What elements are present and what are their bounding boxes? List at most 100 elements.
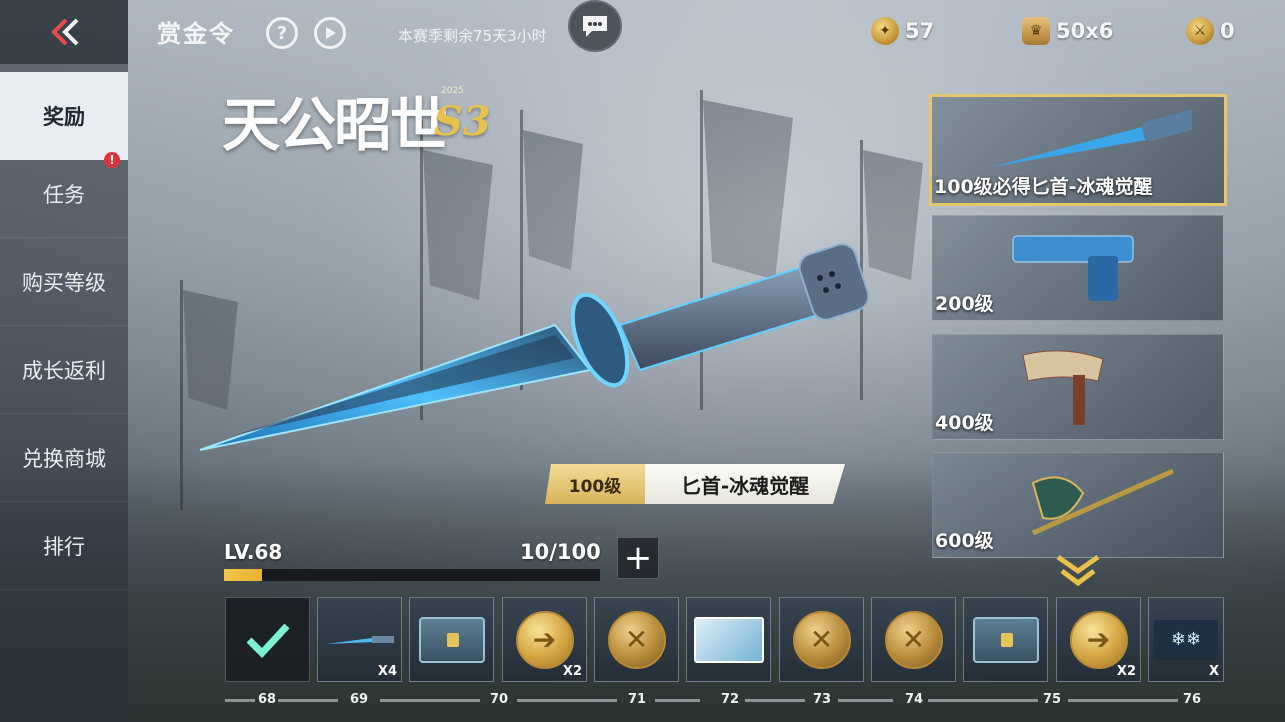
track-level-label: 69 xyxy=(350,692,369,707)
currency-value: 0 xyxy=(1220,19,1235,43)
item-quantity: X2 xyxy=(562,664,582,679)
chat-icon xyxy=(583,16,607,37)
track-level-label: 76 xyxy=(1183,692,1202,707)
track-tile[interactable]: ✕ xyxy=(871,597,956,682)
dagger-thumbnail xyxy=(992,108,1192,167)
featured-name: 匕首-冰魂觉醒 xyxy=(645,464,845,504)
sidebar-item-exchange-shop[interactable]: 兑换商城 xyxy=(0,414,128,502)
sidebar-item-growth-rebate[interactable]: 成长返利 xyxy=(0,326,128,414)
xp-counter: 10/100 xyxy=(520,540,601,564)
reward-card-level-400[interactable]: 400级 xyxy=(932,334,1224,440)
character-card-icon xyxy=(693,616,764,663)
alert-badge: ! xyxy=(104,152,120,168)
track-tile[interactable] xyxy=(409,597,494,682)
axe-thumbnail xyxy=(1031,468,1175,536)
season-logo: 天公昭世 xyxy=(222,91,448,159)
track-divider xyxy=(225,699,255,702)
reward-card-level-100[interactable]: 100级必得匕首-冰魂觉醒 xyxy=(929,94,1227,206)
sidebar-item-rewards[interactable]: 奖励 xyxy=(0,72,128,160)
featured-level: 100级 xyxy=(545,464,645,504)
crossed-guns-coin-icon: ✕ xyxy=(607,610,666,669)
track-divider xyxy=(928,699,1038,702)
reward-card-label: 200级 xyxy=(935,293,994,315)
track-divider xyxy=(380,699,480,702)
reward-card-level-200[interactable]: 200级 xyxy=(932,215,1224,321)
hatchet-thumbnail xyxy=(1022,350,1104,425)
track-divider xyxy=(1068,699,1178,702)
season-logo-year: 2025 xyxy=(441,86,464,96)
featured-reward-label: 100级 匕首-冰魂觉醒 xyxy=(545,464,845,504)
scroll-down-chevron-icon[interactable] xyxy=(1054,553,1102,589)
sidebar-item-label: 任务 xyxy=(43,182,85,207)
pistol-thumbnail xyxy=(1012,235,1134,301)
item-quantity: X2 xyxy=(1116,664,1136,679)
track-divider xyxy=(838,699,893,702)
page-title: 赏金令 xyxy=(157,20,235,48)
track-tile[interactable] xyxy=(963,597,1048,682)
player-level: LV.68 xyxy=(224,540,283,564)
checkmark-icon xyxy=(246,623,290,658)
sidebar-item-tasks[interactable]: 任务 ! xyxy=(0,150,128,238)
dagger-icon xyxy=(325,635,394,644)
track-level-label: 70 xyxy=(490,692,509,707)
track-tile[interactable]: ➔ X2 xyxy=(502,597,587,682)
supply-crate-icon xyxy=(418,616,485,663)
track-divider xyxy=(517,699,617,702)
ice-soul-dagger-image xyxy=(199,243,870,451)
currency-value: 50x6 xyxy=(1056,19,1114,43)
play-icon[interactable] xyxy=(314,17,346,49)
crossed-guns-coin-icon: ✕ xyxy=(884,610,943,669)
currency-value: 57 xyxy=(905,19,935,43)
track-tile[interactable]: ✕ xyxy=(594,597,679,682)
track-tile[interactable]: ➔ X2 xyxy=(1056,597,1141,682)
back-button[interactable] xyxy=(0,0,128,64)
sidebar: 奖励 任务 ! 购买等级 成长返利 兑换商城 排行 xyxy=(0,0,128,722)
currency-gold[interactable]: ✦ 57 xyxy=(871,14,934,48)
buy-level-button[interactable]: + xyxy=(617,537,659,579)
back-chevron-icon xyxy=(51,18,79,46)
track-level-label: 71 xyxy=(628,692,647,707)
reward-card-level-600[interactable]: 600级 xyxy=(932,452,1224,558)
reward-card-label: 100级必得匕首-冰魂觉醒 xyxy=(934,176,1153,198)
track-level-label: 72 xyxy=(721,692,740,707)
sidebar-item-label: 兑换商城 xyxy=(22,446,106,471)
track-level-label: 68 xyxy=(258,692,277,707)
season-remaining: 本赛季剩余75天3小时 xyxy=(398,27,547,45)
xp-progress-bar xyxy=(224,569,600,581)
track-tile[interactable]: ✕ xyxy=(779,597,864,682)
reward-card-label: 600级 xyxy=(935,530,994,552)
track-level-label: 74 xyxy=(905,692,924,707)
sidebar-item-label: 成长返利 xyxy=(22,358,106,383)
help-icon[interactable]: ? xyxy=(266,17,298,49)
crossed-guns-coin-icon: ✕ xyxy=(792,610,851,669)
gold-coin-icon: ➔ xyxy=(1069,610,1128,669)
track-divider xyxy=(278,699,338,702)
sidebar-item-ranking[interactable]: 排行 xyxy=(0,502,128,590)
sidebar-item-buy-levels[interactable]: 购买等级 xyxy=(0,238,128,326)
season-logo-s3: S3 xyxy=(434,98,491,145)
track-level-label: 75 xyxy=(1043,692,1062,707)
sidebar-item-label: 奖励 xyxy=(43,104,85,129)
chat-button[interactable] xyxy=(568,0,622,52)
currency-badge[interactable]: ♛ 50x6 xyxy=(1022,14,1113,48)
track-tile[interactable] xyxy=(686,597,771,682)
currency-token[interactable]: ⚔ 0 xyxy=(1186,14,1235,48)
track-tile[interactable]: X4 xyxy=(317,597,402,682)
gold-coin-icon: ✦ xyxy=(871,17,899,45)
snowflake-card-icon: ❄❄ xyxy=(1154,619,1218,660)
token-icon: ⚔ xyxy=(1186,17,1214,45)
track-tile-claimed[interactable] xyxy=(225,597,310,682)
supply-crate-icon xyxy=(972,616,1039,663)
item-quantity: X4 xyxy=(377,664,397,679)
track-divider xyxy=(655,699,700,702)
track-divider xyxy=(745,699,805,702)
track-tile[interactable]: ❄❄ X xyxy=(1148,597,1224,682)
gold-coin-icon: ➔ xyxy=(515,610,574,669)
badge-icon: ♛ xyxy=(1022,17,1050,45)
item-quantity: X xyxy=(1208,664,1219,679)
reward-card-label: 400级 xyxy=(935,412,994,434)
sidebar-item-label: 排行 xyxy=(43,534,85,559)
xp-progress-fill xyxy=(224,569,262,581)
track-level-label: 73 xyxy=(813,692,832,707)
sidebar-item-label: 购买等级 xyxy=(22,270,106,295)
